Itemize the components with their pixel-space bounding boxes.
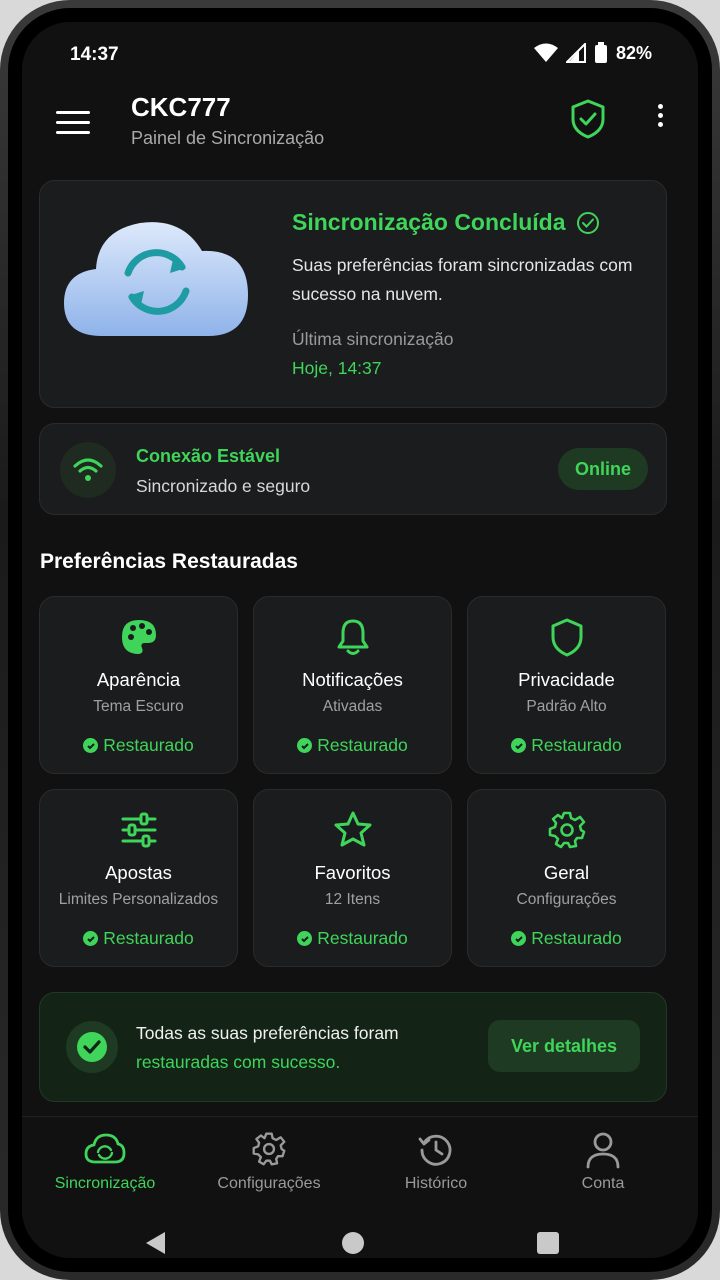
- bell-icon: [337, 619, 368, 655]
- sync-status-card: Sincronização Concluída Suas preferência…: [39, 180, 667, 408]
- pref-card-notifications[interactable]: Notificações Ativadas Restaurado: [253, 596, 452, 774]
- status-check-icon: [297, 931, 313, 946]
- history-icon: [418, 1134, 452, 1166]
- shield-check-icon[interactable]: [568, 98, 608, 140]
- bottom-nav: Sincronização Configurações Histórico Co…: [22, 1116, 698, 1217]
- recents-icon[interactable]: [537, 1232, 559, 1254]
- pref-name: Favoritos: [314, 862, 391, 883]
- hero-title: Sincronização Concluída: [292, 209, 600, 236]
- nav-label: Histórico: [404, 1175, 468, 1192]
- status-check-icon: [83, 738, 99, 753]
- battery-icon: [594, 42, 607, 63]
- star-icon: [334, 811, 371, 847]
- battery-percent: 82%: [615, 42, 652, 63]
- pref-status: Restaurado: [40, 928, 237, 949]
- status-check-icon: [83, 931, 99, 946]
- nav-item-history[interactable]: Histórico: [353, 1131, 519, 1193]
- hero-description: Suas preferências foram sincronizadas co…: [292, 255, 633, 304]
- last-sync-value: Hoje, 14:37: [292, 358, 382, 378]
- pref-value: Ativadas: [322, 698, 383, 715]
- connection-title: Conexão Estável: [136, 446, 281, 466]
- pref-card-bets[interactable]: Apostas Limites Personalizados Restaurad…: [39, 789, 238, 967]
- pref-value: Padrão Alto: [526, 698, 607, 715]
- system-nav-bar: [22, 1216, 698, 1258]
- pref-status-text: Restaurado: [103, 735, 194, 755]
- nav-item-sync[interactable]: Sincronização: [22, 1131, 188, 1193]
- pref-name: Notificações: [302, 669, 403, 690]
- connection-subtitle: Sincronizado e seguro: [136, 476, 311, 496]
- last-sync-label: Última sincronização: [292, 329, 454, 349]
- nav-item-account[interactable]: Conta: [520, 1131, 686, 1193]
- success-message-line1: Todas as suas preferências foram: [136, 1023, 399, 1043]
- pref-name: Aparência: [96, 669, 181, 690]
- pref-name: Apostas: [105, 862, 172, 883]
- status-bar: 14:37 82%: [22, 22, 698, 86]
- status-check-icon: [511, 738, 527, 753]
- cloud-sync-icon: [84, 1133, 126, 1164]
- pref-status: Restaurado: [40, 735, 237, 756]
- pref-value: Limites Personalizados: [58, 891, 219, 908]
- pref-card-favorites[interactable]: Favoritos 12 Itens Restaurado: [253, 789, 452, 967]
- pref-status-text: Restaurado: [531, 735, 622, 755]
- pref-name: Privacidade: [518, 669, 615, 690]
- back-icon[interactable]: [146, 1232, 165, 1254]
- success-banner: Todas as suas preferências foram restaur…: [39, 992, 667, 1102]
- nav-label: Sincronização: [54, 1175, 156, 1192]
- cloud-sync-illustration: [64, 222, 248, 336]
- menu-icon[interactable]: [56, 104, 90, 134]
- app-bar: CKC777 Painel de Sincronização: [22, 86, 698, 176]
- pref-status: Restaurado: [468, 735, 665, 756]
- sliders-icon: [121, 812, 156, 848]
- palette-icon: [121, 620, 156, 654]
- shield-icon: [551, 618, 582, 657]
- nav-label: Conta: [581, 1175, 625, 1192]
- pref-status-text: Restaurado: [531, 928, 622, 948]
- home-icon[interactable]: [342, 1232, 364, 1254]
- phone-frame: 14:37 82% CKC777 Painel de Sincronização: [0, 0, 720, 1280]
- pref-card-general[interactable]: Geral Configurações Restaurado: [467, 789, 666, 967]
- pref-value: Tema Escuro: [93, 698, 184, 715]
- hero-title-text: Sincronização Concluída: [292, 209, 566, 235]
- success-message-line2: restauradas com sucesso.: [136, 1052, 341, 1072]
- more-options-icon[interactable]: [648, 100, 672, 140]
- pref-status: Restaurado: [468, 928, 665, 949]
- status-icons: 82%: [533, 42, 652, 64]
- wifi-icon: [60, 442, 116, 498]
- check-circle-icon: [66, 1021, 118, 1073]
- app-subtitle: Painel de Sincronização: [131, 128, 325, 148]
- pref-status-text: Restaurado: [317, 735, 408, 755]
- nav-item-settings[interactable]: Configurações: [186, 1131, 352, 1193]
- pref-status: Restaurado: [254, 928, 451, 949]
- gear-icon: [252, 1132, 286, 1166]
- check-circle-icon: [576, 211, 599, 234]
- status-check-icon: [511, 931, 527, 946]
- phone-bezel: 14:37 82% CKC777 Painel de Sincronização: [8, 8, 712, 1272]
- view-details-button[interactable]: Ver detalhes: [488, 1020, 640, 1072]
- online-badge: Online: [558, 448, 648, 490]
- cell-signal-icon: [565, 43, 586, 63]
- section-title: Preferências Restauradas: [40, 550, 298, 573]
- pref-value: 12 Itens: [324, 891, 381, 908]
- nav-label: Configurações: [217, 1175, 321, 1192]
- connection-card: Conexão Estável Sincronizado e seguro On…: [39, 423, 667, 515]
- app-title: CKC777: [131, 92, 231, 122]
- pref-value: Configurações: [516, 891, 617, 908]
- pref-status-text: Restaurado: [317, 928, 408, 948]
- pref-card-privacy[interactable]: Privacidade Padrão Alto Restaurado: [467, 596, 666, 774]
- user-icon: [586, 1132, 620, 1169]
- pref-status-text: Restaurado: [103, 928, 194, 948]
- pref-status: Restaurado: [254, 735, 451, 756]
- status-time: 14:37: [70, 44, 119, 65]
- pref-card-appearance[interactable]: Aparência Tema Escuro Restaurado: [39, 596, 238, 774]
- pref-name: Geral: [543, 862, 590, 883]
- wifi-icon: [533, 43, 558, 62]
- status-check-icon: [297, 738, 313, 753]
- gear-icon: [548, 811, 585, 849]
- screen: 14:37 82% CKC777 Painel de Sincronização: [22, 22, 698, 1258]
